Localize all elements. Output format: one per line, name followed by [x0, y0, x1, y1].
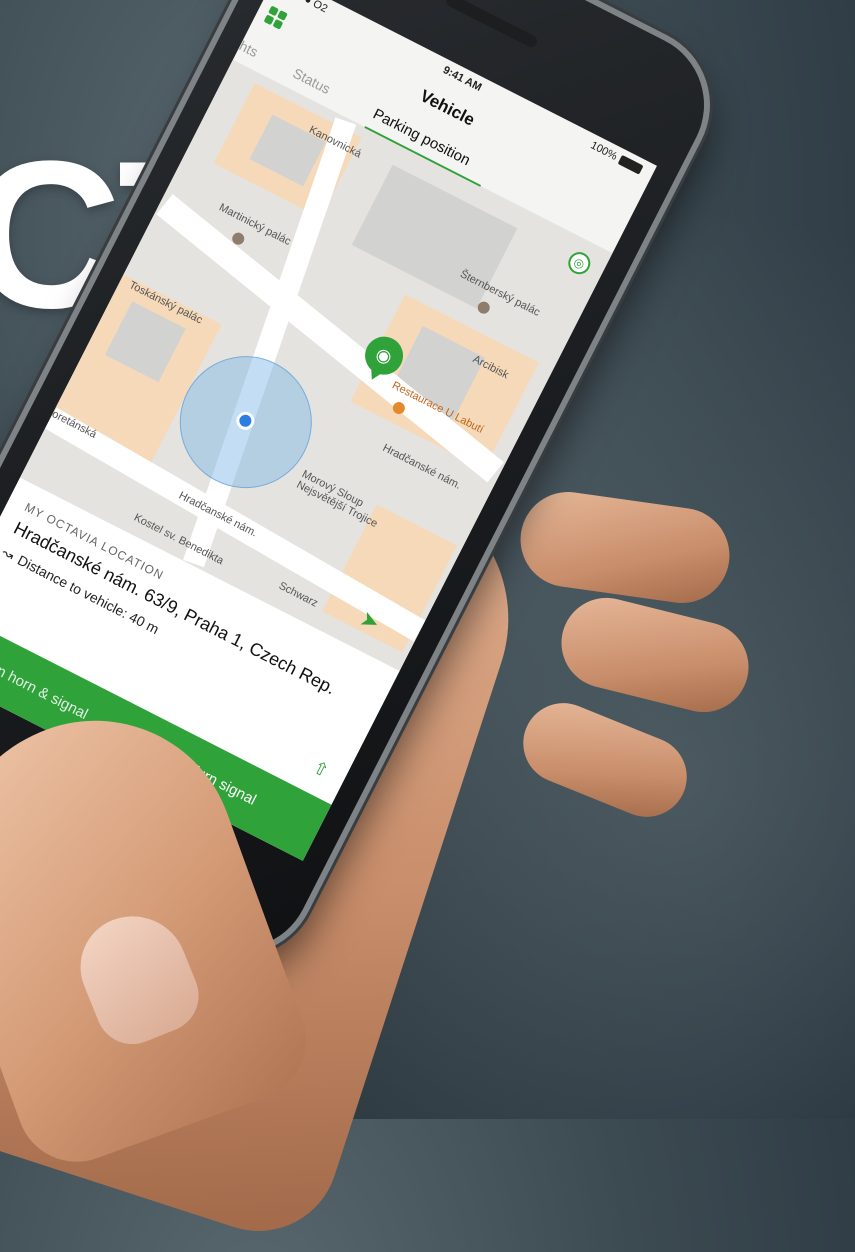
share-icon[interactable]: ⇧	[309, 757, 333, 783]
speaker	[444, 0, 539, 50]
route-icon: ↝	[0, 543, 17, 564]
location-dot-icon	[233, 408, 258, 433]
map-label: Schwarz	[276, 579, 320, 610]
battery-icon	[617, 154, 644, 175]
tab-status[interactable]: Status	[290, 65, 333, 97]
map-label: Morový Sloup Nejsvětější Trojice	[294, 468, 380, 531]
tab-lights[interactable]: ghts	[230, 34, 261, 60]
layers-icon[interactable]: ◎	[564, 248, 595, 279]
